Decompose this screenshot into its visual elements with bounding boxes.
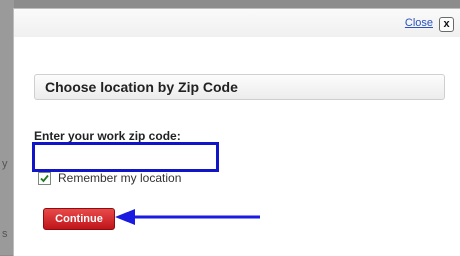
close-icon[interactable]: x — [439, 17, 454, 32]
checkmark-icon — [40, 174, 49, 182]
dialog-heading: Choose location by Zip Code — [45, 79, 238, 95]
continue-button[interactable]: Continue — [43, 208, 115, 230]
zip-location-dialog: Close x Choose location by Zip Code Ente… — [13, 8, 460, 256]
arrow-pointer-icon — [115, 209, 260, 225]
dialog-heading-bar: Choose location by Zip Code — [34, 74, 445, 100]
remember-location-option[interactable]: Remember my location — [38, 171, 181, 185]
close-link[interactable]: Close — [405, 17, 433, 29]
dialog-titlebar: Close x — [14, 9, 460, 37]
zip-code-label: Enter your work zip code: — [34, 129, 181, 143]
backdrop-fragment: s — [2, 228, 8, 240]
page-backdrop: y s — [0, 0, 14, 255]
remember-location-label: Remember my location — [58, 171, 182, 185]
remember-location-checkbox[interactable] — [38, 171, 51, 185]
zip-code-input[interactable] — [32, 142, 219, 172]
backdrop-fragment: y — [2, 158, 8, 170]
